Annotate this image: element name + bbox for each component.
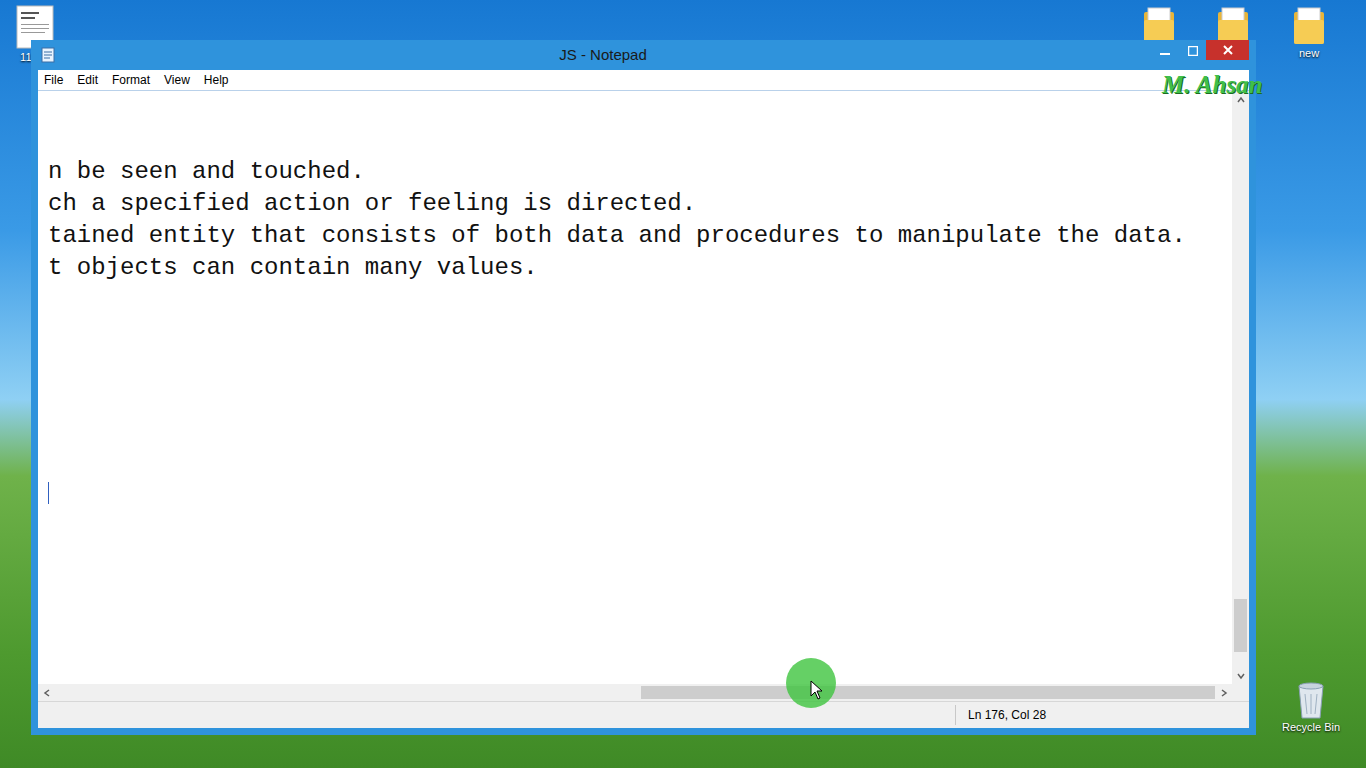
maximize-button[interactable] — [1179, 40, 1206, 61]
desktop-icon[interactable]: Recycle Bin — [1276, 680, 1346, 734]
status-position: Ln 176, Col 28 — [956, 706, 1249, 724]
text-line: ch a specified action or feeling is dire… — [48, 188, 1232, 220]
menu-item[interactable]: Help — [204, 70, 229, 90]
menu-item[interactable]: Edit — [77, 70, 98, 90]
text-line: tained entity that consists of both data… — [48, 220, 1232, 252]
maximize-icon — [1188, 46, 1198, 56]
menu-item[interactable]: File — [44, 70, 63, 90]
editor-area: n be seen and touched.ch a specified act… — [38, 90, 1249, 684]
minimize-icon — [1160, 46, 1170, 56]
text-line: t objects can contain many values. — [48, 252, 1232, 284]
watermark: M. Ahsan — [1162, 70, 1263, 100]
mouse-cursor — [786, 658, 836, 708]
close-button[interactable] — [1206, 40, 1249, 60]
text-line: n be seen and touched. — [48, 156, 1232, 188]
vertical-scrollbar[interactable] — [1232, 91, 1249, 684]
status-bar: Ln 176, Col 28 — [38, 701, 1249, 728]
scrollbar-thumb[interactable] — [641, 686, 1215, 699]
recycle-bin-icon — [1294, 680, 1328, 720]
pointer-icon — [810, 680, 824, 700]
title-bar[interactable]: JS - Notepad — [38, 40, 1249, 70]
notepad-window[interactable]: JS - NotepadFileEditFormatViewHelpn be s… — [31, 40, 1256, 735]
text-area[interactable]: n be seen and touched.ch a specified act… — [38, 91, 1232, 684]
text-caret — [48, 482, 49, 504]
menu-item[interactable]: Format — [112, 70, 150, 90]
window-title: JS - Notepad — [56, 44, 1150, 67]
folder-icon — [1292, 6, 1326, 46]
arrow-left-icon[interactable] — [42, 688, 52, 698]
minimize-button[interactable] — [1150, 40, 1179, 61]
desktop-icon-label: Recycle Bin — [1282, 720, 1340, 734]
horizontal-scrollbar[interactable] — [38, 684, 1232, 701]
menu-item[interactable]: View — [164, 70, 190, 90]
close-icon — [1223, 45, 1233, 55]
scrollbar-thumb[interactable] — [1234, 599, 1247, 652]
desktop-icon[interactable]: new — [1274, 6, 1344, 60]
menu-bar: File Edit Format View Help — [38, 70, 1249, 90]
desktop-icon-label: new — [1299, 46, 1319, 60]
arrow-right-icon[interactable] — [1219, 688, 1229, 698]
arrow-down-icon[interactable] — [1236, 671, 1246, 681]
notepad-icon — [40, 47, 56, 63]
desktop: 11998newRecycle BinJS - NotepadFileEditF… — [0, 0, 1366, 768]
